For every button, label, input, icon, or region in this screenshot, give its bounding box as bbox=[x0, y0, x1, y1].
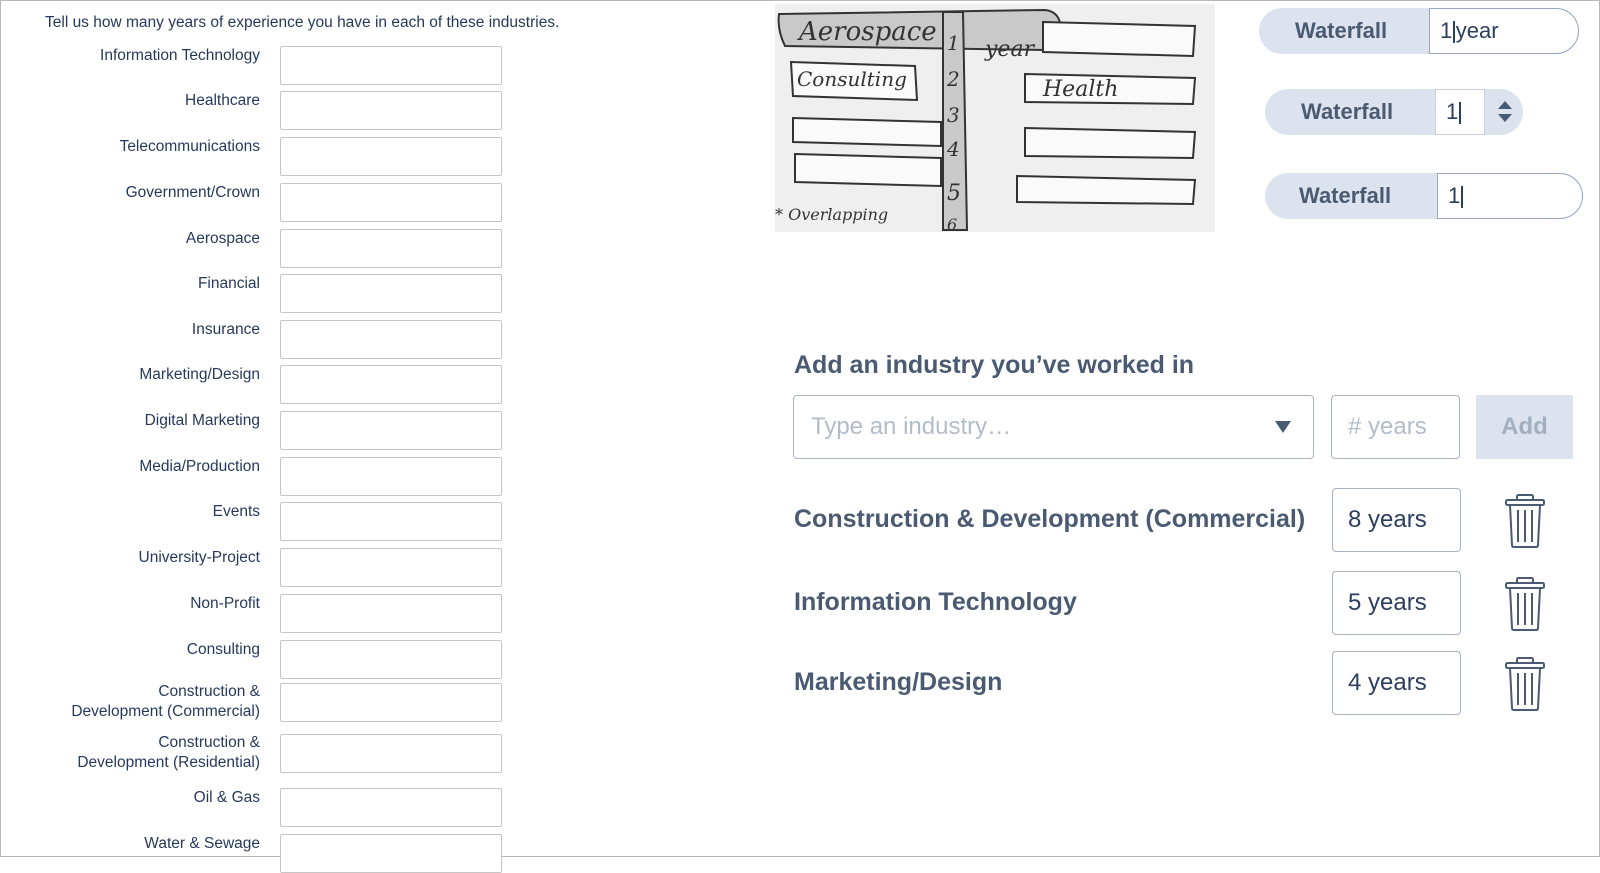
sketch-word-health: Health bbox=[1042, 77, 1118, 102]
waterfall-label: Waterfall bbox=[1301, 99, 1394, 124]
entry-industry-name: Construction & Development (Commercial) bbox=[794, 505, 1306, 533]
sketch-number-3: 3 bbox=[947, 103, 960, 127]
industry-label: Non-Profit bbox=[190, 595, 260, 612]
industry-years-input[interactable] bbox=[280, 683, 502, 722]
trash-icon[interactable] bbox=[1500, 656, 1550, 712]
stepper-down-icon[interactable] bbox=[1498, 114, 1512, 122]
industry-years-input[interactable] bbox=[280, 46, 502, 85]
industry-years-input[interactable] bbox=[280, 137, 502, 176]
stepper-arrows-icon[interactable] bbox=[1491, 89, 1519, 135]
waterfall-widget-year-suffix: Waterfall 1 year bbox=[1259, 8, 1579, 54]
trash-icon[interactable] bbox=[1500, 493, 1550, 549]
waterfall-widget-plain: Waterfall 1 bbox=[1265, 173, 1583, 219]
waterfall-value: 1 bbox=[1440, 18, 1453, 43]
industry-label: Oil & Gas bbox=[193, 789, 260, 806]
industry-years-input[interactable] bbox=[280, 502, 502, 541]
add-button[interactable]: Add bbox=[1476, 395, 1573, 459]
industry-years-input[interactable] bbox=[280, 274, 502, 313]
industry-years-input[interactable] bbox=[280, 183, 502, 222]
industry-years-input[interactable] bbox=[280, 788, 502, 827]
text-caret bbox=[1461, 186, 1463, 209]
text-caret bbox=[1459, 102, 1461, 125]
industry-label: Aerospace bbox=[185, 230, 260, 247]
dropdown-arrow-icon[interactable] bbox=[1275, 421, 1291, 433]
industry-label: Healthcare bbox=[185, 92, 260, 109]
entry-years-input[interactable]: 8 years bbox=[1332, 488, 1461, 552]
intro-text: Tell us how many years of experience you… bbox=[45, 14, 560, 31]
entry-industry-name: Marketing/Design bbox=[794, 668, 1003, 696]
years-placeholder: # years bbox=[1348, 413, 1427, 440]
industry-years-input[interactable] bbox=[280, 834, 502, 873]
waterfall-plain-input[interactable]: 1 bbox=[1437, 173, 1583, 219]
entry-years-input[interactable]: 5 years bbox=[1332, 571, 1461, 635]
sketch-number-1: 1 bbox=[947, 31, 960, 55]
industry-label: Consulting bbox=[186, 641, 260, 658]
industry-years-input[interactable] bbox=[280, 457, 502, 496]
industry-combobox[interactable]: Type an industry… bbox=[793, 395, 1314, 459]
industry-years-input[interactable] bbox=[280, 91, 502, 130]
stepper-up-icon[interactable] bbox=[1498, 101, 1512, 109]
waterfall-widget-stepper: Waterfall 1 bbox=[1265, 89, 1523, 135]
industry-label: Construction & Development (Commercial) bbox=[71, 683, 260, 720]
waterfall-stepper-input[interactable]: 1 bbox=[1435, 89, 1485, 135]
industry-label: Financial bbox=[197, 275, 260, 292]
industry-label: Media/Production bbox=[139, 458, 260, 475]
industry-years-input[interactable] bbox=[280, 365, 502, 404]
industry-years-input[interactable] bbox=[280, 411, 502, 450]
industry-label: Events bbox=[212, 503, 260, 520]
industry-label: Marketing/Design bbox=[139, 366, 260, 383]
paper-sketch-image: Aerospace year Consulting Health 1 2 3 4… bbox=[775, 4, 1215, 232]
waterfall-value: 1 bbox=[1448, 183, 1461, 208]
industry-placeholder: Type an industry… bbox=[811, 413, 1012, 440]
industry-years-input[interactable] bbox=[280, 594, 502, 633]
sketch-word-consulting: Consulting bbox=[797, 67, 907, 91]
trash-icon[interactable] bbox=[1500, 576, 1550, 632]
industry-years-input[interactable] bbox=[280, 640, 502, 679]
sketch-number-4: 4 bbox=[946, 137, 960, 161]
industry-label: Information Technology bbox=[100, 47, 260, 64]
sketch-note-overlapping: * Overlapping bbox=[775, 205, 888, 224]
industry-label: University-Project bbox=[138, 549, 260, 566]
years-input[interactable]: # years bbox=[1331, 395, 1460, 459]
industry-label: Water & Sewage bbox=[144, 835, 260, 852]
sketch-word-year: year bbox=[984, 37, 1036, 62]
entry-years-input[interactable]: 4 years bbox=[1332, 651, 1461, 715]
waterfall-value: 1 bbox=[1446, 99, 1459, 124]
industry-years-input[interactable] bbox=[280, 320, 502, 359]
waterfall-label: Waterfall bbox=[1299, 183, 1392, 208]
waterfall-year-input[interactable]: 1 year bbox=[1429, 8, 1579, 54]
industry-years-input[interactable] bbox=[280, 548, 502, 587]
sketch-word-aerospace: Aerospace bbox=[797, 17, 937, 47]
waterfall-suffix: year bbox=[1455, 18, 1499, 43]
industry-label: Government/Crown bbox=[125, 184, 260, 201]
industry-years-input[interactable] bbox=[280, 734, 502, 773]
sketch-number-5: 5 bbox=[947, 181, 961, 206]
add-industry-title: Add an industry you’ve worked in bbox=[794, 351, 1195, 379]
industry-years-input[interactable] bbox=[280, 229, 502, 268]
waterfall-label: Waterfall bbox=[1295, 18, 1388, 43]
industry-label: Construction & Development (Residential) bbox=[77, 734, 260, 771]
sketch-number-6: 6 bbox=[947, 215, 957, 232]
industry-label: Digital Marketing bbox=[144, 412, 260, 429]
text-caret bbox=[1453, 21, 1455, 44]
industry-label: Telecommunications bbox=[119, 138, 260, 155]
industry-label: Insurance bbox=[191, 321, 260, 338]
sketch-number-2: 2 bbox=[946, 67, 960, 91]
entry-industry-name: Information Technology bbox=[794, 588, 1077, 616]
